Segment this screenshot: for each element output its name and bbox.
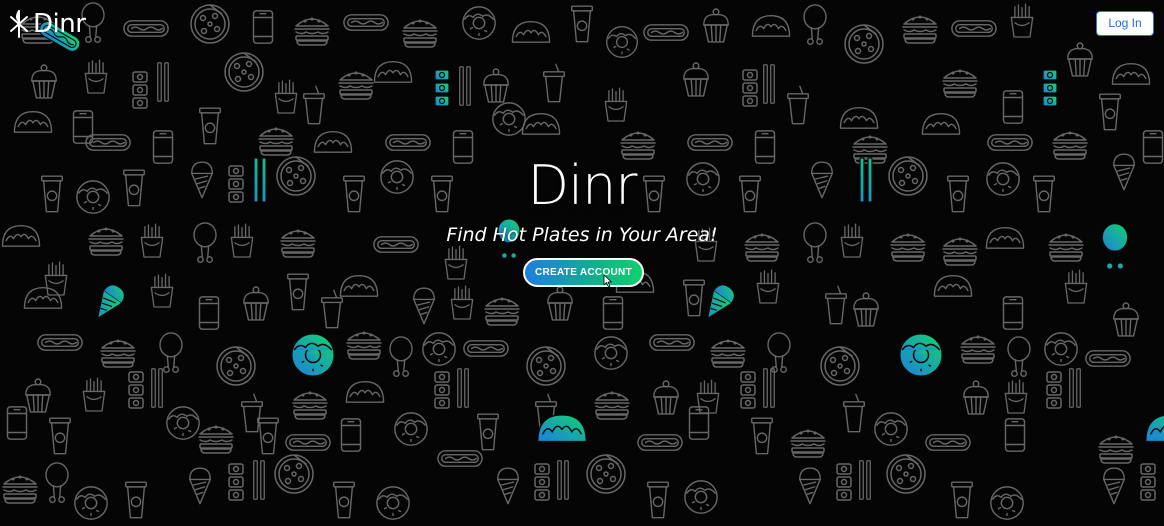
- create-account-button[interactable]: CREATE ACCOUNT: [523, 258, 644, 287]
- utensils-icon: [10, 10, 28, 38]
- mouse-pointer-icon: [603, 274, 612, 288]
- hero-section: Dinr Find Hot Plates in Your Area!: [0, 150, 1164, 248]
- logo-text: Dinr: [33, 9, 86, 39]
- login-button[interactable]: Log In: [1096, 11, 1154, 36]
- hero-title: Dinr: [527, 154, 637, 217]
- hero-subtitle: Find Hot Plates in Your Area!: [446, 224, 718, 246]
- logo[interactable]: Dinr: [8, 6, 86, 42]
